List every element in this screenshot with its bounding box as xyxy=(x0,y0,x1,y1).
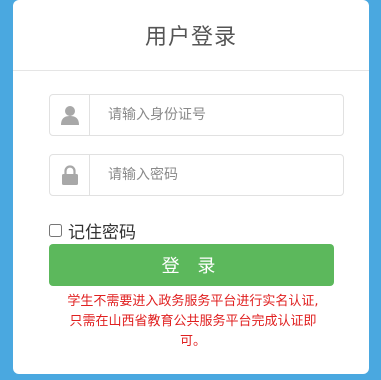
id-number-field[interactable] xyxy=(49,94,344,136)
notice-line: 只需在山西省教育公共服务平台完成认证即 xyxy=(69,314,317,329)
remember-password-checkbox[interactable] xyxy=(49,224,62,237)
notice-line: 学生不需要进入政务服务平台进行实名认证, xyxy=(67,294,319,309)
page-title: 用户登录 xyxy=(144,25,237,50)
notice-line: 可。 xyxy=(179,334,206,349)
password-input[interactable] xyxy=(90,155,343,195)
user-icon xyxy=(50,95,90,135)
notice-text: 学生不需要进入政务服务平台进行实名认证, 只需在山西省教育公共服务平台完成认证即… xyxy=(43,292,343,352)
password-field[interactable] xyxy=(49,154,344,196)
card-header: 用户登录 xyxy=(13,0,369,71)
remember-password-label[interactable]: 记住密码 xyxy=(68,218,136,243)
remember-password: 记住密码 xyxy=(49,218,136,243)
id-number-input[interactable] xyxy=(90,95,343,135)
login-card: 用户登录 记住密码 登 录 学生不需要进入政务服务平台进行实名认证, 只需在山西… xyxy=(13,0,369,374)
login-button[interactable]: 登 录 xyxy=(49,244,334,286)
lock-icon xyxy=(50,155,90,195)
